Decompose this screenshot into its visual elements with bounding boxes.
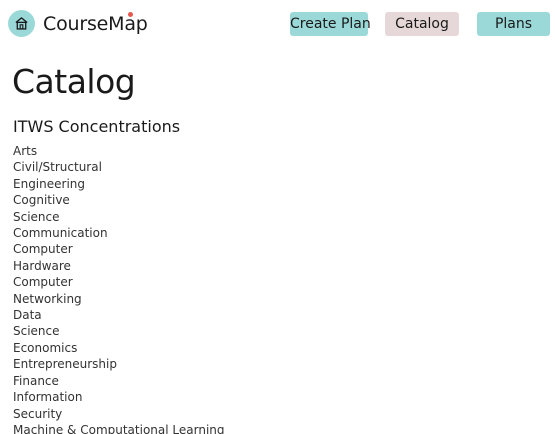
concentration-item[interactable]: Computer bbox=[13, 274, 225, 290]
concentration-item[interactable]: Cognitive bbox=[13, 192, 225, 208]
concentration-item[interactable]: Civil/Structural bbox=[13, 159, 225, 175]
concentration-item[interactable]: Communication bbox=[13, 225, 225, 241]
create-plan-button[interactable]: Create Plan bbox=[290, 12, 371, 36]
concentration-item[interactable]: Networking bbox=[13, 291, 225, 307]
brand-accent-dot bbox=[128, 11, 134, 17]
brand-home-link[interactable]: CourseM ap bbox=[8, 10, 148, 37]
concentration-item[interactable]: Computer bbox=[13, 241, 225, 257]
plans-button[interactable]: Plans bbox=[477, 12, 550, 36]
catalog-button[interactable]: Catalog bbox=[385, 12, 459, 36]
concentration-item[interactable]: Data bbox=[13, 307, 225, 323]
concentration-item[interactable]: Economics bbox=[13, 340, 225, 356]
concentration-item[interactable]: Machine & Computational Learning bbox=[13, 422, 225, 434]
concentration-item[interactable]: Engineering bbox=[13, 176, 225, 192]
concentration-item[interactable]: Science bbox=[13, 209, 225, 225]
top-nav-bar: CourseM ap Create Plan Catalog Plans bbox=[0, 0, 555, 48]
concentration-item[interactable]: Information bbox=[13, 389, 225, 405]
concentration-list: Arts Civil/Structural Engineering Cognitive… bbox=[13, 143, 225, 434]
catalog-page: CourseM ap Create Plan Catalog Plans Cata… bbox=[0, 0, 555, 434]
page-title: Catalog bbox=[12, 62, 136, 101]
concentration-item[interactable]: Arts bbox=[13, 143, 225, 159]
concentration-item[interactable]: Science bbox=[13, 323, 225, 339]
section-title: ITWS Concentrations bbox=[13, 117, 181, 136]
concentration-item[interactable]: Entrepreneurship bbox=[13, 356, 225, 372]
concentration-item[interactable]: Security bbox=[13, 406, 225, 422]
concentration-item[interactable]: Hardware bbox=[13, 258, 225, 274]
concentration-item[interactable]: Finance bbox=[13, 373, 225, 389]
brand-name: CourseM ap bbox=[43, 11, 148, 35]
house-icon bbox=[8, 10, 35, 37]
